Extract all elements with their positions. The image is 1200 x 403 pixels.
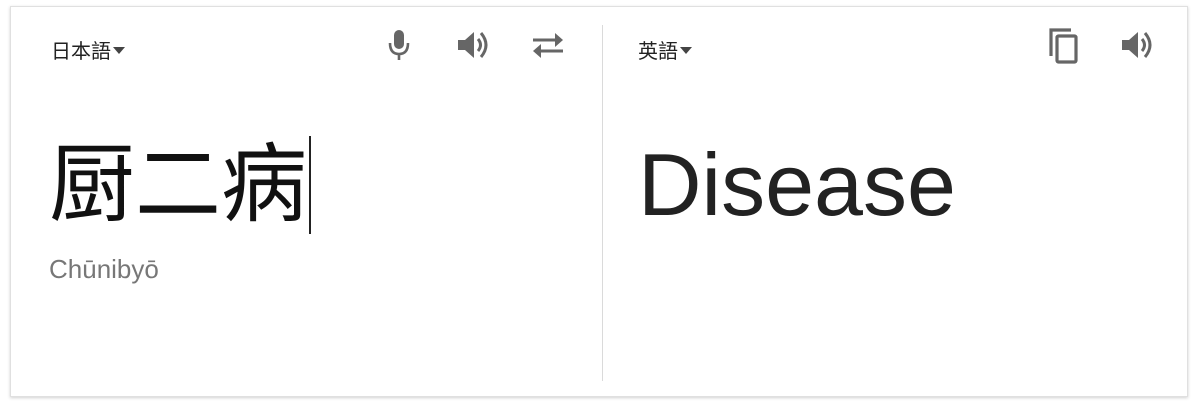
source-language-label: 日本語	[51, 39, 111, 63]
copy-button[interactable]	[1043, 25, 1083, 65]
translated-text: Disease	[638, 135, 956, 234]
speaker-icon	[458, 32, 488, 58]
caret-down-icon	[113, 47, 125, 54]
copy-icon	[1049, 28, 1078, 64]
source-language-selector[interactable]: 日本語	[51, 35, 125, 64]
listen-source-button[interactable]	[454, 25, 494, 65]
target-language-label: 英語	[638, 39, 678, 63]
panel-divider	[602, 25, 603, 381]
speaker-icon	[1122, 32, 1152, 58]
source-romanization: Chūnibyō	[49, 254, 159, 284]
microphone-icon	[388, 30, 410, 60]
source-text-area[interactable]: 厨二病	[49, 133, 311, 237]
listen-target-button[interactable]	[1118, 25, 1158, 65]
translation-card: 日本語 厨二病 Chūnibyō 英語 Disease	[10, 6, 1188, 397]
source-text: 厨二病	[49, 135, 307, 235]
caret-down-icon	[680, 47, 692, 54]
microphone-button[interactable]	[379, 25, 419, 65]
text-cursor	[309, 136, 311, 234]
target-language-selector[interactable]: 英語	[638, 35, 692, 64]
swap-languages-button[interactable]	[528, 25, 568, 65]
swap-languages-icon	[533, 33, 563, 58]
